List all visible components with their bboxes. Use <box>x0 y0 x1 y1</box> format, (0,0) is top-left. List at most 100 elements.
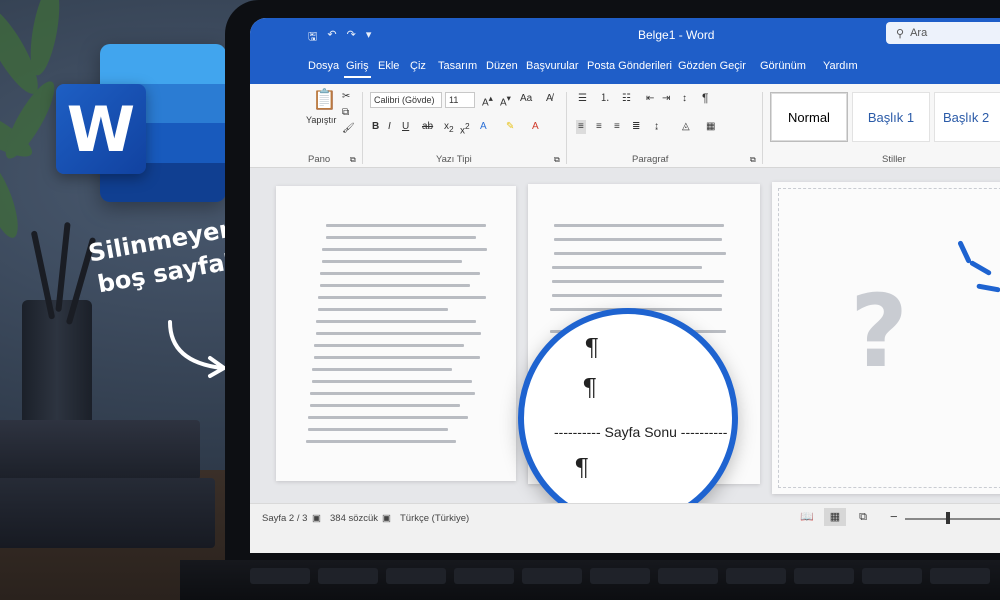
print-layout-icon[interactable]: ▦ <box>824 508 846 526</box>
text-line <box>308 428 448 431</box>
book <box>0 478 215 548</box>
pilcrow-mark: ¶ <box>582 374 598 402</box>
page-break-marker: ---------- Sayfa Sonu ---------- <box>554 424 728 440</box>
group-label-clipboard: Pano <box>308 154 331 165</box>
text-line <box>310 392 475 395</box>
text-line <box>318 308 448 311</box>
accessibility-icon[interactable]: ▣ <box>382 513 391 524</box>
tab-basvurular[interactable]: Başvurular <box>526 60 579 72</box>
highlight-icon[interactable]: ✎ <box>506 122 514 132</box>
zoom-slider-thumb[interactable] <box>946 512 950 524</box>
language-status[interactable]: Türkçe (Türkiye) <box>400 513 469 524</box>
text-line <box>316 332 481 335</box>
tab-tasarim[interactable]: Tasarım <box>438 60 477 72</box>
font-size-select[interactable]: 11 <box>445 92 475 108</box>
redo-icon[interactable]: ↷ <box>347 28 356 47</box>
subscript-icon[interactable]: x2 <box>444 121 454 133</box>
font-color-icon[interactable]: A <box>532 122 539 132</box>
text-line <box>320 272 480 275</box>
key <box>726 568 786 584</box>
font-launcher-icon[interactable]: ⧉ <box>554 156 560 164</box>
read-mode-icon[interactable]: 📖 <box>796 508 818 526</box>
save-icon[interactable]: 🖫 <box>308 28 317 47</box>
align-left-icon[interactable]: ≡ <box>576 120 586 134</box>
page-count[interactable]: Sayfa 2 / 3 <box>262 513 307 524</box>
tab-ekle[interactable]: Ekle <box>378 60 399 72</box>
search-input[interactable]: ⚲ Ara <box>886 22 1000 44</box>
tab-duzen[interactable]: Düzen <box>486 60 518 72</box>
style-heading-2[interactable]: Başlık 2 <box>934 92 1000 142</box>
line-spacing-icon[interactable]: ↨ <box>654 122 659 132</box>
tab-giris[interactable]: Giriş <box>344 60 371 78</box>
text-line <box>552 266 702 269</box>
proofing-icon[interactable]: ▣ <box>312 513 321 524</box>
text-line <box>314 344 464 347</box>
zoom-out-button[interactable]: − <box>890 509 898 524</box>
clipboard-launcher-icon[interactable]: ⧉ <box>350 156 356 164</box>
italic-icon[interactable]: I <box>388 122 391 132</box>
justify-icon[interactable]: ≣ <box>632 122 640 132</box>
key <box>318 568 378 584</box>
style-heading-1[interactable]: Başlık 1 <box>852 92 930 142</box>
text-line <box>316 320 476 323</box>
change-case-icon[interactable]: Aa <box>520 94 532 104</box>
tab-ciz[interactable]: Çiz <box>410 60 426 72</box>
font-name-select[interactable]: Calibri (Gövde) <box>370 92 442 108</box>
copy-icon[interactable]: ⧉ <box>342 108 349 118</box>
paragraph-launcher-icon[interactable]: ⧉ <box>750 156 756 164</box>
text-effects-icon[interactable]: A <box>480 122 487 132</box>
align-center-icon[interactable]: ≡ <box>596 122 602 132</box>
question-mark: ? <box>850 273 909 390</box>
text-line <box>326 224 486 227</box>
numbering-icon[interactable]: ⒈ <box>600 94 610 104</box>
key <box>794 568 854 584</box>
show-formatting-icon[interactable]: ¶ <box>702 92 708 104</box>
customize-icon[interactable]: ▾ <box>366 28 372 47</box>
key <box>522 568 582 584</box>
text-line <box>314 356 480 359</box>
shading-icon[interactable]: ◬ <box>682 122 690 132</box>
ribbon-tabs: Dosya Giriş Ekle Çiz Tasarım Düzen Başvu… <box>250 50 1000 84</box>
tab-posta-gonderileri[interactable]: Posta Gönderileri <box>587 60 672 72</box>
multilevel-list-icon[interactable]: ☷ <box>622 94 631 104</box>
key <box>386 568 446 584</box>
paste-icon[interactable]: 📋 <box>312 90 337 110</box>
undo-icon[interactable]: ↶ <box>327 28 336 47</box>
bold-icon[interactable]: B <box>372 122 379 132</box>
grow-font-icon[interactable]: A▴ <box>482 94 493 108</box>
align-right-icon[interactable]: ≡ <box>614 122 620 132</box>
document-title: Belge1 - Word <box>638 28 715 42</box>
decrease-indent-icon[interactable]: ⇤ <box>646 94 654 104</box>
shrink-font-icon[interactable]: A▾ <box>500 94 511 108</box>
divider <box>566 92 567 164</box>
ribbon-home: 📋 Yapıştır ✂ ⧉ 🖌 Pano ⧉ Calibri (Gövde) … <box>250 84 1000 168</box>
bullets-icon[interactable]: ☰ <box>578 94 587 104</box>
key <box>250 568 310 584</box>
group-label-paragraph: Paragraf <box>632 154 669 165</box>
tab-dosya[interactable]: Dosya <box>308 60 339 72</box>
word-count[interactable]: 384 sözcük <box>330 513 378 524</box>
clear-formatting-icon[interactable]: A̸ <box>546 94 553 104</box>
text-line <box>306 440 456 443</box>
format-painter-icon[interactable]: 🖌 <box>342 124 355 134</box>
underline-icon[interactable]: U <box>402 122 409 132</box>
web-layout-icon[interactable]: ⧉ <box>852 508 874 526</box>
title-bar: 🖫 ↶ ↷ ▾ Belge1 - Word ⚲ Ara <box>250 18 1000 50</box>
tab-gorunum[interactable]: Görünüm <box>760 60 806 72</box>
superscript-icon[interactable]: x2 <box>460 122 470 136</box>
text-line <box>552 294 722 297</box>
key <box>454 568 514 584</box>
cut-icon[interactable]: ✂ <box>342 92 350 102</box>
tab-gozden-gecir[interactable]: Gözden Geçir <box>678 60 746 72</box>
text-line <box>322 260 462 263</box>
increase-indent-icon[interactable]: ⇥ <box>662 94 670 104</box>
borders-icon[interactable]: ▦ <box>706 122 715 132</box>
sort-icon[interactable]: ↕ <box>682 94 687 104</box>
zoom-slider[interactable] <box>905 518 1000 520</box>
style-normal[interactable]: Normal <box>770 92 848 142</box>
key <box>862 568 922 584</box>
text-line <box>308 416 468 419</box>
strikethrough-icon[interactable]: ab <box>422 122 433 132</box>
paste-button[interactable]: Yapıştır <box>306 116 336 125</box>
tab-yardim[interactable]: Yardım <box>823 60 858 72</box>
